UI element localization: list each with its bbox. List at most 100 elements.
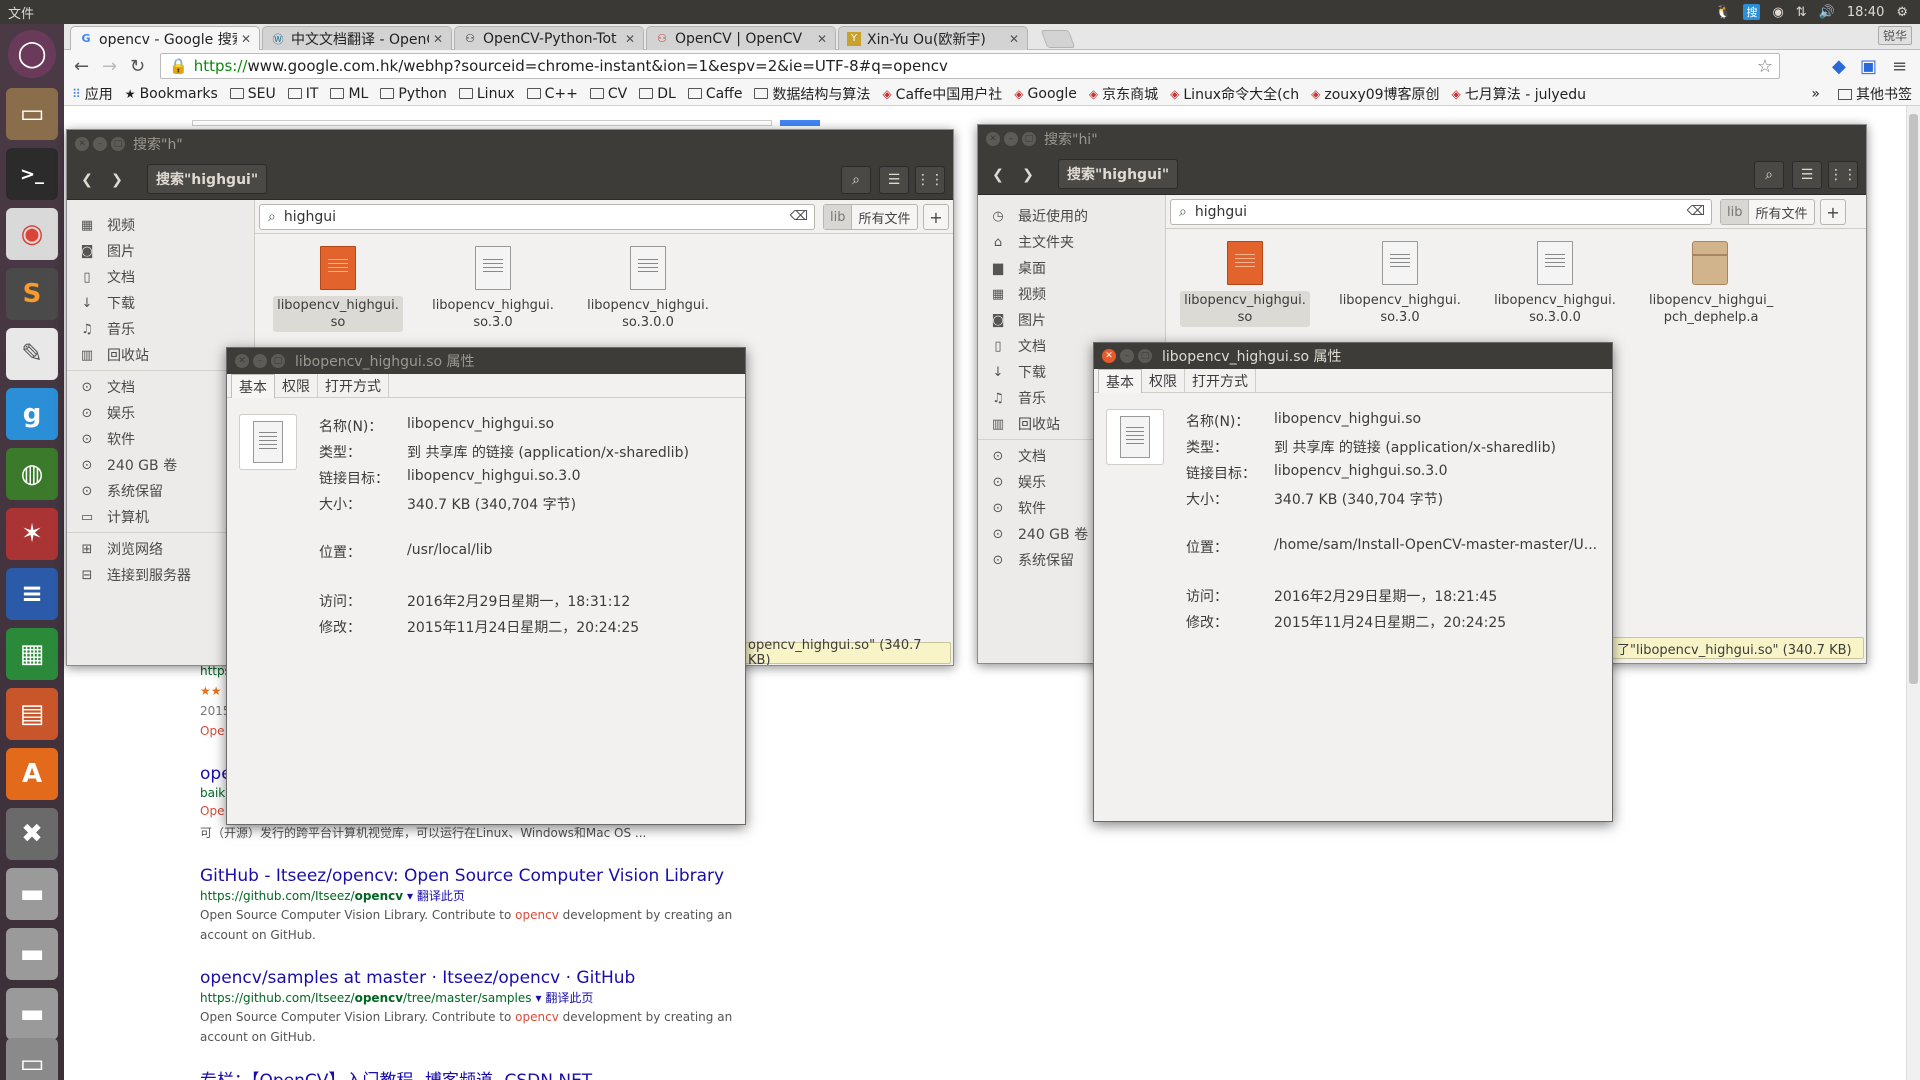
volume-icon[interactable]: 🔊 — [1819, 5, 1835, 20]
search-icon[interactable]: ⌕ — [841, 166, 871, 194]
file-item[interactable]: libopencv_highgui. so — [1180, 241, 1310, 327]
file-item[interactable]: libopencv_highgui. so.3.0 — [1335, 241, 1465, 327]
chevron-left-icon[interactable]: ❮ — [73, 166, 101, 194]
text-editor-icon[interactable]: ✎ — [6, 328, 58, 380]
translate-link[interactable]: ▾ 翻译此页 — [407, 889, 465, 903]
sidebar-item[interactable]: ↓ 下载 — [67, 290, 255, 316]
filter-location[interactable]: lib 所有文件 — [1720, 199, 1815, 225]
scrollbar-thumb[interactable] — [1909, 114, 1918, 684]
bookmark-item[interactable]: ◈ Linux命令大全(ch — [1170, 84, 1299, 104]
other-bookmarks[interactable]: 其他书签 — [1856, 84, 1912, 104]
sidebar-item[interactable]: ▦ 视频 — [978, 281, 1166, 307]
bookmark-item[interactable]: Linux — [458, 86, 515, 102]
file-item[interactable]: libopencv_highgui. so — [273, 246, 403, 332]
bookmark-item[interactable]: 数据结构与算法 — [754, 84, 870, 104]
terminal-icon[interactable]: >_ — [6, 148, 58, 200]
menu-icon[interactable]: ≡ — [1892, 56, 1907, 77]
bookmark-star-icon[interactable]: ☆ — [1757, 56, 1773, 77]
filter-location[interactable]: lib 所有文件 — [823, 204, 918, 230]
path-button[interactable]: 搜索"highgui" — [147, 164, 268, 194]
clock[interactable]: 18:40 — [1847, 5, 1884, 20]
grid-view-icon[interactable]: ⋮⋮ — [1828, 161, 1858, 189]
list-view-icon[interactable]: ☰ — [879, 166, 909, 194]
page-scrollbar[interactable] — [1906, 106, 1920, 1080]
sidebar-item[interactable]: ▯ 文档 — [67, 264, 255, 290]
maximize-icon[interactable]: □ — [271, 354, 285, 368]
maximize-icon[interactable]: □ — [1138, 349, 1152, 363]
bookmark-item[interactable]: DL — [639, 86, 676, 102]
dash-icon[interactable]: ◯ — [8, 30, 56, 78]
files-icon[interactable]: ▭ — [6, 88, 58, 140]
sogou-icon[interactable]: 搜 — [1743, 4, 1761, 20]
close-icon[interactable]: ✕ — [1009, 32, 1019, 46]
sublime-icon[interactable]: S — [6, 268, 58, 320]
impress-icon[interactable]: ▤ — [6, 688, 58, 740]
add-filter-button[interactable]: + — [923, 204, 949, 230]
drive-icon[interactable]: ▬ — [6, 928, 58, 980]
filter-all-files[interactable]: 所有文件 — [852, 205, 916, 229]
tab-permissions[interactable]: 权限 — [275, 374, 318, 398]
close-icon[interactable]: ✕ — [433, 32, 443, 46]
close-icon[interactable]: ✕ — [986, 132, 1000, 146]
filter-lib[interactable]: lib — [1721, 200, 1750, 224]
bookmark-item[interactable]: ML — [330, 86, 368, 102]
result-title-link[interactable]: GitHub - Itseez/opencv: Open Source Comp… — [200, 866, 820, 886]
bookmark-item[interactable]: ◈ Caffe中国用户社 — [882, 84, 1002, 104]
minimize-icon[interactable]: – — [93, 137, 107, 151]
bookmark-item[interactable]: ◈ zouxy09博客原创 — [1311, 84, 1439, 104]
bookmark-item[interactable]: ⠿ 应用 — [72, 84, 113, 104]
bookmark-item[interactable]: Python — [380, 86, 447, 102]
bookmark-item[interactable]: ◈ 京东商城 — [1089, 84, 1158, 104]
search-input[interactable]: ⌕ highgui ⌫ — [259, 204, 815, 230]
translate-link[interactable]: ▾ 翻译此页 — [536, 991, 594, 1005]
close-icon[interactable]: ✕ — [241, 32, 251, 46]
tab-basic[interactable]: 基本 — [231, 374, 275, 398]
file-item[interactable]: libopencv_highgui. so.3.0.0 — [1490, 241, 1620, 327]
maximize-icon[interactable]: □ — [111, 137, 125, 151]
settings-icon[interactable]: ✖ — [6, 808, 58, 860]
calc-icon[interactable]: ▦ — [6, 628, 58, 680]
result-title-link[interactable]: 专栏：【OpenCV】入门教程- 博客频道- CSDN.NET — [200, 1066, 820, 1080]
drive-icon[interactable]: ▬ — [6, 868, 58, 920]
forward-arrow-icon[interactable]: → — [102, 56, 117, 77]
network-icon[interactable]: ⇅ — [1796, 5, 1807, 20]
sidebar-item[interactable]: ▆ 桌面 — [978, 255, 1166, 281]
bookmark-item[interactable]: IT — [287, 86, 318, 102]
globe-icon[interactable]: ◍ — [6, 448, 58, 500]
back-arrow-icon[interactable]: ← — [74, 56, 89, 77]
close-icon[interactable]: ✕ — [625, 32, 635, 46]
tab-translation[interactable]: Ⓦ 中文文档翻译 - OpenCV ✕ — [262, 26, 452, 50]
sidebar-item[interactable]: ⌂ 主文件夹 — [978, 229, 1166, 255]
file-item[interactable]: libopencv_highgui. so.3.0.0 — [583, 246, 713, 332]
sidebar-item[interactable]: ◙ 图片 — [67, 238, 255, 264]
penguin-icon[interactable]: 🐧 — [1715, 5, 1731, 20]
trash-icon[interactable]: ▭ — [6, 1038, 58, 1080]
list-view-icon[interactable]: ☰ — [1792, 161, 1822, 189]
tab-open-with[interactable]: 打开方式 — [318, 374, 389, 398]
software-center-icon[interactable]: A — [6, 748, 58, 800]
reload-icon[interactable]: ↻ — [130, 56, 145, 77]
bookmark-item[interactable]: C++ — [526, 86, 578, 102]
new-tab-button[interactable] — [1040, 30, 1076, 48]
filter-lib[interactable]: lib — [824, 205, 853, 229]
clear-icon[interactable]: ⌫ — [790, 209, 808, 224]
tab-basic[interactable]: 基本 — [1098, 369, 1142, 393]
profile-button[interactable]: 锐华 — [1877, 26, 1912, 45]
clear-icon[interactable]: ⌫ — [1687, 204, 1705, 219]
minimize-icon[interactable]: – — [253, 354, 267, 368]
chrome-icon[interactable]: ◉ — [6, 208, 58, 260]
extension-icon[interactable]: ▣ — [1860, 56, 1877, 77]
writer-icon[interactable]: ≡ — [6, 568, 58, 620]
minimize-icon[interactable]: – — [1004, 132, 1018, 146]
sidebar-item[interactable]: ▦ 视频 — [67, 212, 255, 238]
grid-view-icon[interactable]: ⋮⋮ — [915, 166, 945, 194]
file-item[interactable]: libopencv_highgui_ pch_dephelp.a — [1645, 241, 1775, 327]
tab-open-with[interactable]: 打开方式 — [1185, 369, 1256, 393]
filter-all-files[interactable]: 所有文件 — [1749, 200, 1813, 224]
address-bar[interactable]: 🔒 https:// www.google.com.hk/webhp?sourc… — [160, 53, 1780, 79]
bookmark-item[interactable]: CV — [589, 86, 627, 102]
extension-icon[interactable]: ◆ — [1832, 56, 1846, 77]
close-icon[interactable]: ✕ — [817, 32, 827, 46]
search-input[interactable]: ⌕ highgui ⌫ — [1170, 199, 1712, 225]
more-bookmarks-chevron[interactable]: » — [1811, 86, 1820, 102]
